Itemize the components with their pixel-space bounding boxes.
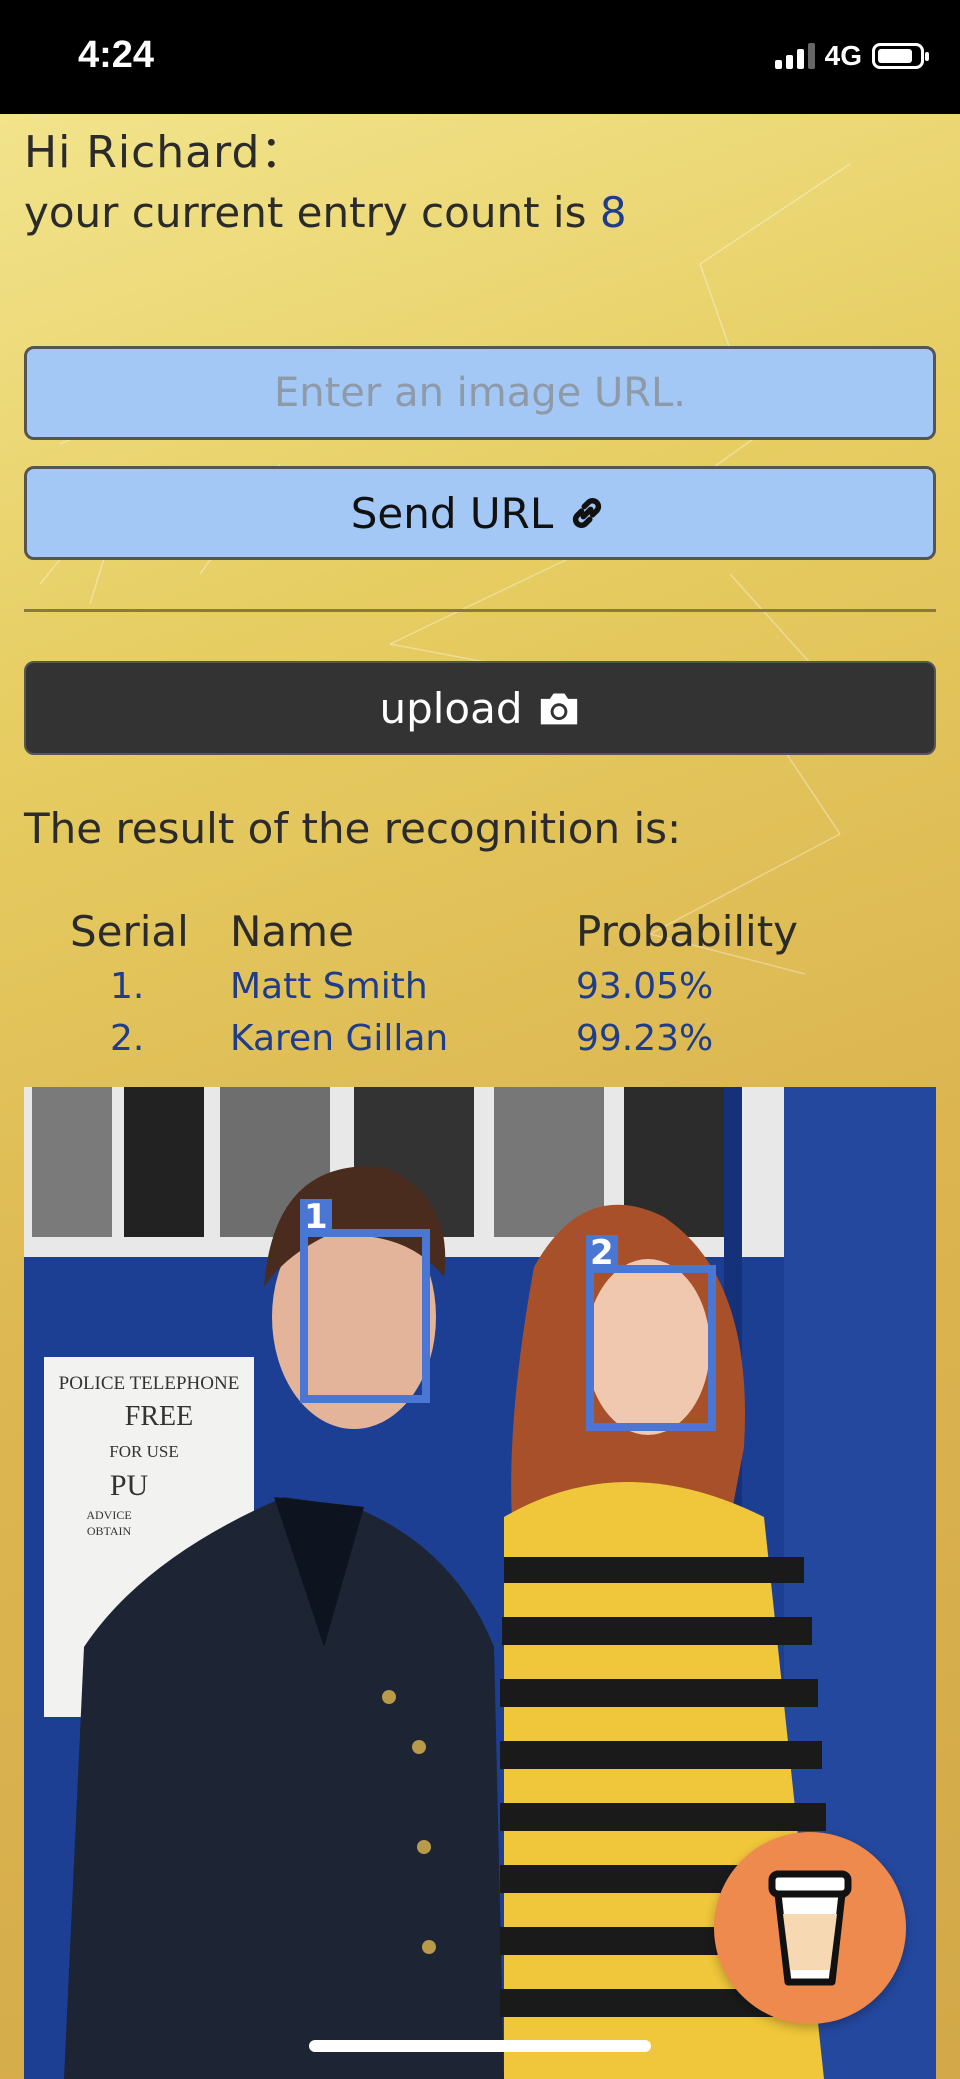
table-row: 2. Karen Gillan 99.23% [70, 1012, 890, 1064]
row-serial: 1. [110, 965, 145, 1007]
sign-line: POLICE TELEPHONE [59, 1373, 240, 1394]
column-header-probability: Probability [576, 906, 799, 956]
send-url-label: Send URL [350, 488, 554, 538]
column-header-name: Name [230, 906, 354, 956]
network-type: 4G [824, 40, 862, 71]
home-indicator[interactable] [309, 2040, 651, 2052]
row-probability: 99.23% [576, 1017, 714, 1059]
sign-line: OBTAIN [87, 1524, 132, 1538]
upload-button[interactable]: upload [24, 661, 936, 755]
sign-line: FREE [125, 1401, 193, 1432]
status-indicators: 4G [774, 40, 929, 72]
battery-icon [872, 43, 929, 69]
coffee-cup-icon [768, 1870, 852, 1986]
entry-count-line: your current entry count is 8 [24, 188, 627, 237]
row-name: Karen Gillan [230, 1017, 449, 1059]
status-time: 4:24 [78, 34, 155, 76]
results-table: Serial Name Probability 1. Matt Smith 93… [70, 902, 890, 1064]
result-heading: The result of the recognition is: [24, 804, 682, 853]
face-box-2 [586, 1265, 716, 1431]
row-probability: 93.05% [576, 965, 714, 1007]
buy-me-a-coffee-button[interactable] [714, 1832, 906, 2024]
upload-label: upload [379, 683, 523, 733]
signal-icon [774, 43, 815, 69]
table-row: 1. Matt Smith 93.05% [70, 960, 890, 1012]
entry-count-value: 8 [599, 188, 627, 237]
send-url-button[interactable]: Send URL [24, 466, 936, 560]
face-box-1 [300, 1229, 430, 1403]
section-divider [24, 609, 936, 612]
face-label-1: 1 [300, 1199, 332, 1235]
row-serial: 2. [110, 1017, 145, 1059]
entry-count-prefix: your current entry count is [24, 188, 600, 237]
sign-line: PU [110, 1469, 149, 1502]
camera-icon [540, 693, 577, 725]
link-icon [573, 497, 602, 529]
row-name: Matt Smith [230, 965, 428, 1007]
sign-line: FOR USE [109, 1442, 178, 1461]
image-url-input[interactable] [24, 346, 936, 440]
column-header-serial: Serial [70, 906, 189, 956]
face-label-2: 2 [586, 1235, 618, 1271]
greeting-text: Hi Richard： [24, 127, 306, 178]
sign-line: ADVICE [86, 1508, 131, 1522]
status-bar: 4:24 4G [0, 0, 960, 114]
results-header-row: Serial Name Probability [70, 902, 890, 960]
